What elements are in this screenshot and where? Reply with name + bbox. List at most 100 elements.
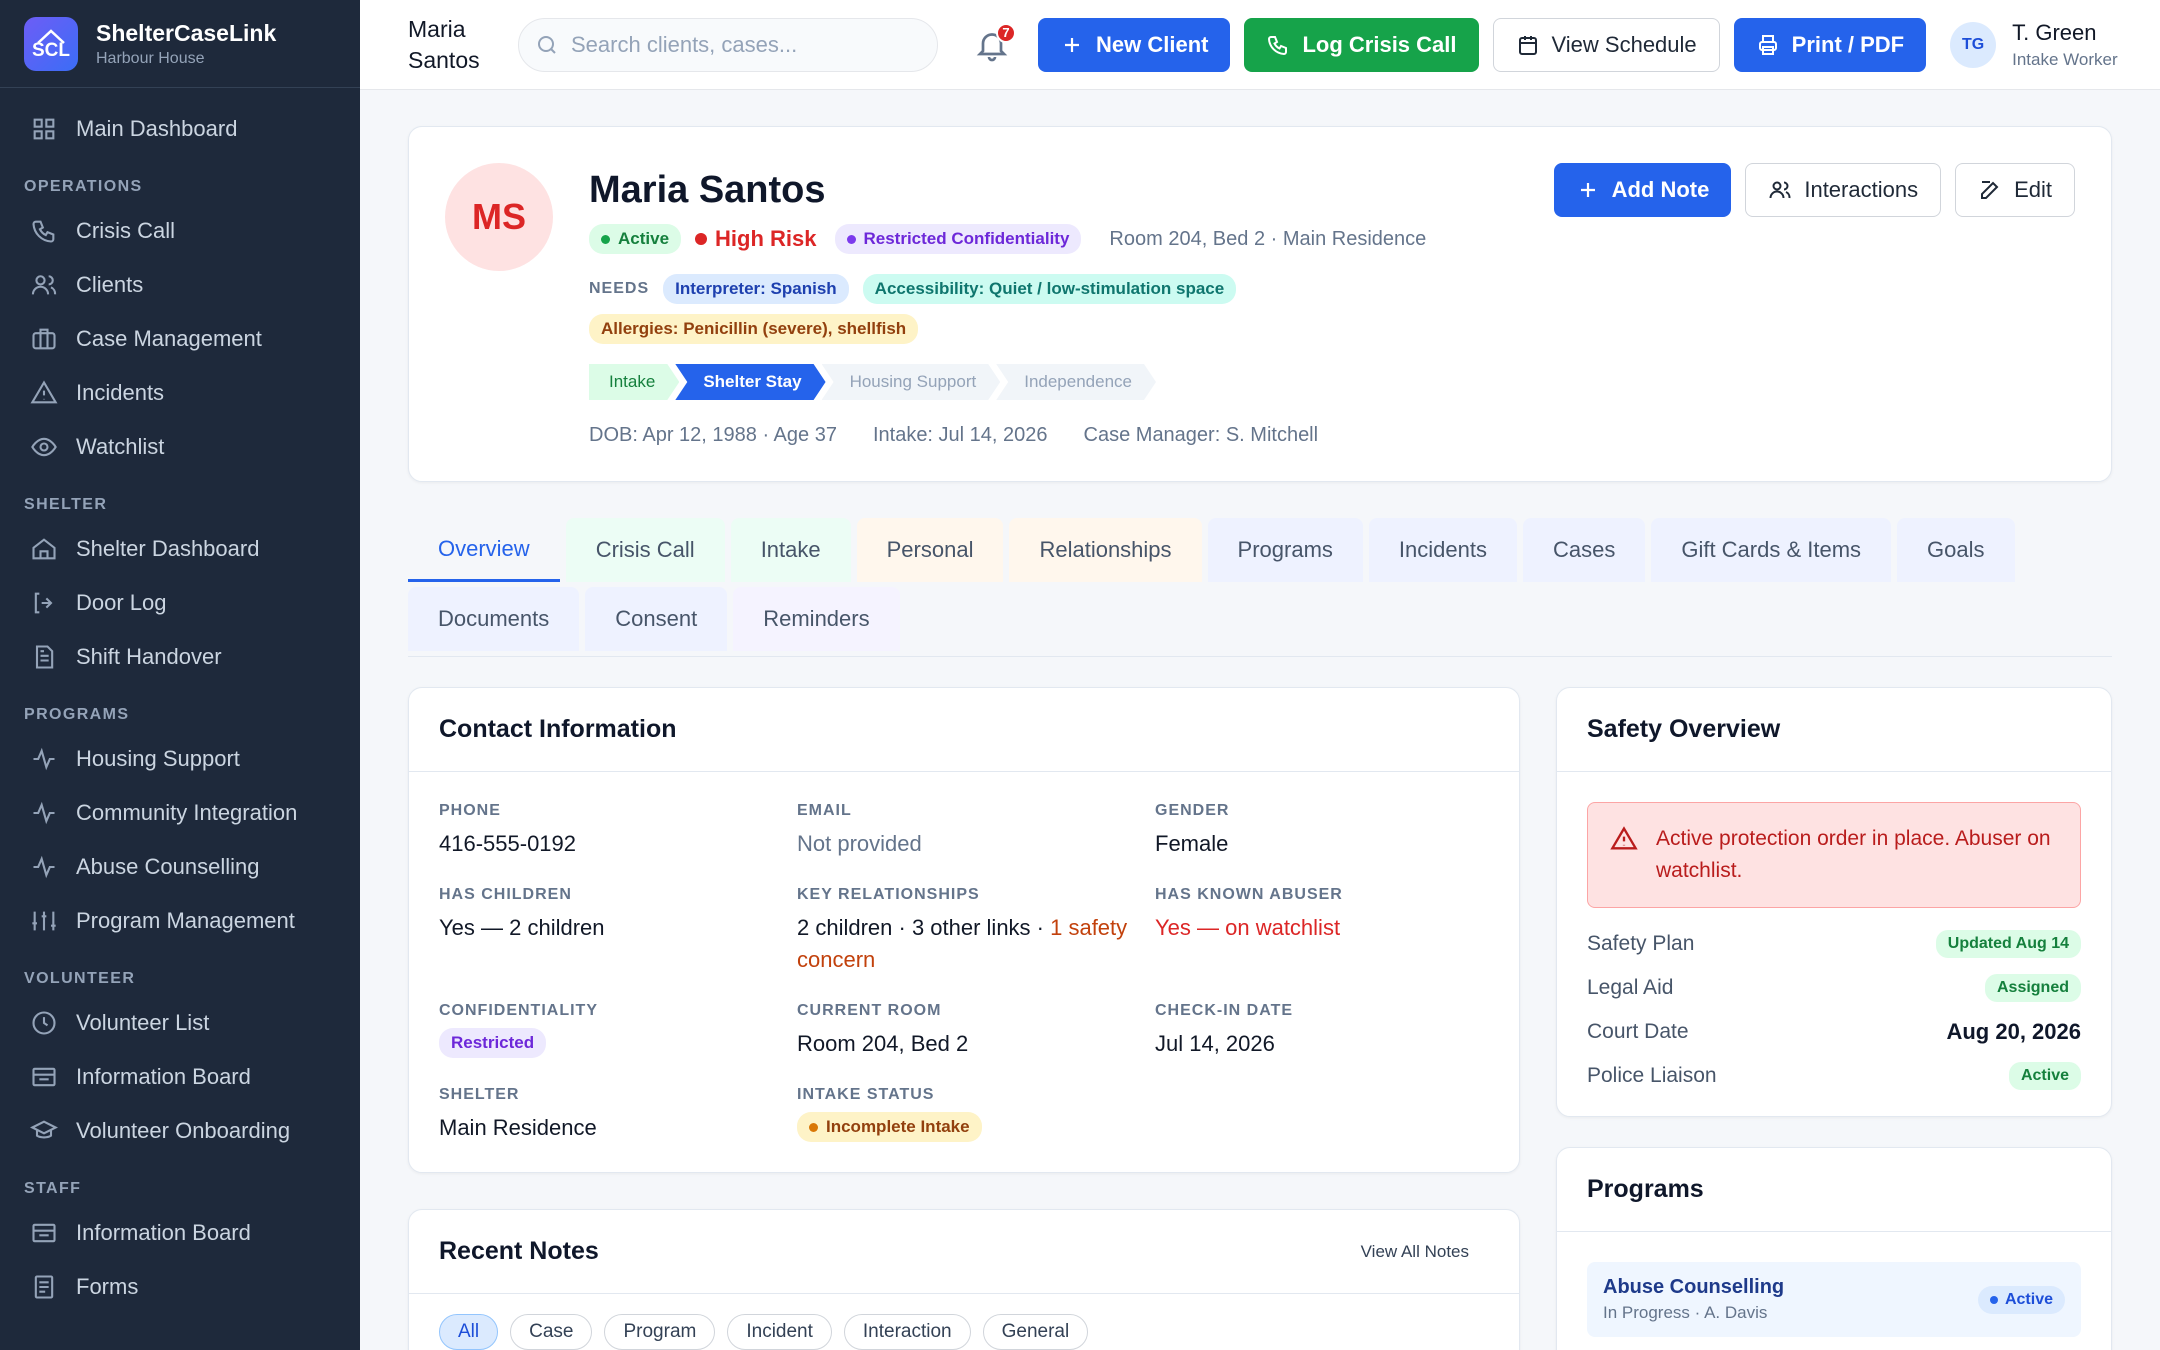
field-label: HAS CHILDREN — [439, 886, 572, 903]
search-input[interactable] — [571, 31, 911, 58]
sidebar: SCL ShelterCaseLink Harbour House Main D… — [0, 0, 360, 1350]
sidebar-item-label: Main Dashboard — [76, 116, 238, 141]
board-icon — [32, 1223, 56, 1243]
client-location: Room 204, Bed 2 · Main Residence — [1109, 227, 1427, 250]
programs-title: Programs — [1587, 1175, 1704, 1203]
plus-icon — [1065, 37, 1079, 52]
sidebar-section-shelter: SHELTER — [24, 496, 108, 513]
view-schedule-button[interactable]: View Schedule — [1492, 17, 1720, 72]
sidebar-section-staff: STAFF — [24, 1180, 82, 1197]
sidebar-item-door-log[interactable]: Door Log — [0, 576, 360, 630]
field-label: CHECK-IN DATE — [1155, 1002, 1294, 1019]
home-icon — [32, 538, 56, 560]
phone-icon — [32, 220, 55, 243]
stage-intake[interactable]: Intake — [589, 364, 679, 400]
sidebar-item-incidents[interactable]: Incidents — [0, 366, 360, 420]
sidebar-item-label: Volunteer Onboarding — [76, 1118, 291, 1143]
sidebar-item-case-management[interactable]: Case Management — [0, 312, 360, 366]
print-pdf-label: Print / PDF — [1791, 31, 1905, 57]
tab-intake[interactable]: Intake — [730, 518, 851, 582]
sidebar-item-main-dashboard[interactable]: Main Dashboard — [0, 102, 360, 156]
view-all-notes-link[interactable]: View All Notes — [1361, 1242, 1469, 1262]
sidebar-item-housing-support[interactable]: Housing Support — [0, 732, 360, 786]
grid-icon — [33, 118, 55, 140]
tab-consent[interactable]: Consent — [585, 587, 728, 651]
tab-gift-cards-items[interactable]: Gift Cards & Items — [1651, 518, 1892, 582]
relationships-summary: 2 children · 3 other links · — [797, 915, 1051, 940]
program-status-badge: Active — [1977, 1285, 2065, 1314]
stage-shelter-stay[interactable]: Shelter Stay — [675, 364, 825, 400]
sidebar-item-crisis-call[interactable]: Crisis Call — [0, 204, 360, 258]
sidebar-item-volunteer-onboarding[interactable]: Volunteer Onboarding — [0, 1104, 360, 1158]
note-filter-case[interactable]: Case — [510, 1314, 593, 1350]
client-profile-card: MS Maria Santos Active High Risk Restric… — [408, 126, 2112, 482]
stage-housing-support[interactable]: Housing Support — [822, 364, 1001, 400]
sidebar-item-information-board[interactable]: Information Board — [0, 1206, 360, 1260]
tab-crisis-call[interactable]: Crisis Call — [565, 518, 725, 582]
note-filter-interaction[interactable]: Interaction — [843, 1314, 971, 1350]
brand[interactable]: SCL ShelterCaseLink Harbour House — [0, 0, 360, 88]
search-box[interactable] — [518, 17, 938, 72]
sidebar-item-information-board[interactable]: Information Board — [0, 1050, 360, 1104]
field-has-children: HAS CHILDREN Yes — 2 children — [439, 886, 797, 976]
tab-cases[interactable]: Cases — [1522, 518, 1646, 582]
sidebar-item-shelter-dashboard[interactable]: Shelter Dashboard — [0, 522, 360, 576]
tab-documents[interactable]: Documents — [408, 587, 580, 651]
sidebar-item-label: Volunteer List — [76, 1010, 210, 1035]
sidebar-item-abuse-counselling[interactable]: Abuse Counselling — [0, 840, 360, 894]
note-filter-all[interactable]: All — [439, 1314, 499, 1350]
alert-text: Active protection order in place. Abuser… — [1656, 827, 2051, 882]
user-menu[interactable]: TG T. Green Intake Worker — [1950, 20, 2118, 70]
tab-incidents[interactable]: Incidents — [1368, 518, 1517, 582]
sidebar-item-shift-handover[interactable]: Shift Handover — [0, 630, 360, 684]
stage-independence[interactable]: Independence — [996, 364, 1156, 400]
field-value: Yes — on watchlist — [1155, 915, 1341, 940]
top-bar: Maria Santos 7 New Client Log Crisis Cal… — [360, 0, 2160, 90]
tab-reminders[interactable]: Reminders — [733, 587, 900, 651]
sidebar-item-program-management[interactable]: Program Management — [0, 894, 360, 948]
need-accessibility: Accessibility: Quiet / low-stimulation s… — [862, 274, 1237, 304]
new-client-button[interactable]: New Client — [1038, 17, 1231, 72]
sidebar-item-clients[interactable]: Clients — [0, 258, 360, 312]
safety-row-value: Assigned — [1984, 974, 2081, 1002]
sidebar-item-label: Forms — [76, 1274, 139, 1299]
sidebar-section-programs: PROGRAMS — [24, 706, 130, 723]
tab-goals[interactable]: Goals — [1897, 518, 2015, 582]
sidebar-item-label: Door Log — [76, 590, 167, 615]
tab-programs[interactable]: Programs — [1207, 518, 1363, 582]
recent-notes-title: Recent Notes — [439, 1237, 599, 1265]
sidebar-item-volunteer-list[interactable]: Volunteer List — [0, 996, 360, 1050]
confidentiality-badge: Restricted Confidentiality — [834, 224, 1082, 254]
risk-badge: High Risk — [695, 226, 817, 252]
interactions-button[interactable]: Interactions — [1745, 163, 1942, 217]
client-meta: DOB: Apr 12, 1988 · Age 37 Intake: Jul 1… — [589, 424, 1426, 447]
program-item[interactable]: Abuse Counselling In Progress · A. Davis… — [1587, 1262, 2081, 1337]
briefcase-icon — [32, 328, 56, 350]
sidebar-section-volunteer: VOLUNTEER — [24, 970, 136, 987]
sidebar-item-label: Incidents — [76, 380, 165, 405]
sidebar-item-watchlist[interactable]: Watchlist — [0, 420, 360, 474]
brand-logo: SCL — [24, 16, 78, 71]
current-client-name: Maria Santos — [408, 14, 518, 76]
note-filter-general[interactable]: General — [982, 1314, 1089, 1350]
safety-overview-card: Safety Overview Active protection order … — [1556, 687, 2112, 1117]
brand-subtitle: Harbour House — [96, 49, 205, 67]
tab-personal[interactable]: Personal — [856, 518, 1004, 582]
note-filter-incident[interactable]: Incident — [727, 1314, 832, 1350]
confidentiality-label: Restricted Confidentiality — [863, 229, 1070, 248]
notifications-button[interactable]: 7 — [974, 22, 1016, 63]
tab-overview[interactable]: Overview — [408, 518, 560, 582]
view-schedule-label: View Schedule — [1551, 31, 1697, 57]
sidebar-item-community-integration[interactable]: Community Integration — [0, 786, 360, 840]
print-pdf-button[interactable]: Print / PDF — [1733, 17, 1927, 72]
confidentiality-dot-icon — [846, 234, 856, 244]
sidebar-item-label: Shift Handover — [76, 644, 222, 669]
note-filter-program[interactable]: Program — [604, 1314, 716, 1350]
tab-relationships[interactable]: Relationships — [1009, 518, 1202, 582]
client-dob: DOB: Apr 12, 1988 · Age 37 — [589, 424, 837, 446]
field-gender: GENDER Female — [1155, 802, 1513, 860]
edit-button[interactable]: Edit — [1955, 163, 2075, 217]
log-crisis-call-button[interactable]: Log Crisis Call — [1244, 17, 1479, 72]
add-note-button[interactable]: Add Note — [1553, 163, 1732, 217]
sidebar-item-forms[interactable]: Forms — [0, 1260, 360, 1314]
